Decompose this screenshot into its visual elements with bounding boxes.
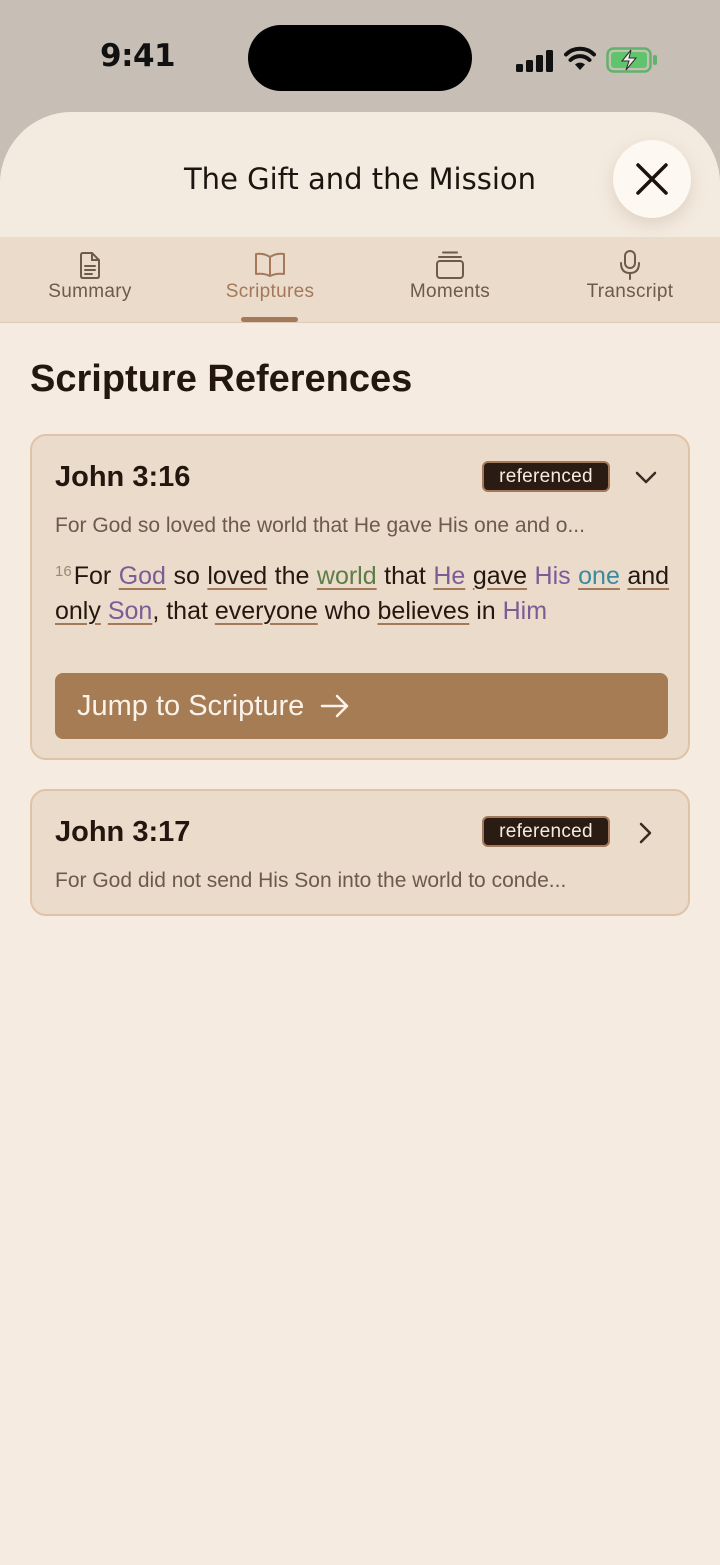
scripture-card[interactable]: John 3:17 referenced For God did not sen…	[30, 789, 690, 916]
tab-label: Scriptures	[225, 281, 315, 302]
status-bar: 9:41	[0, 0, 720, 112]
verse-word: who	[324, 597, 371, 625]
verse-preview: For God so loved the world that He gave …	[55, 514, 585, 537]
stack-icon	[435, 251, 465, 279]
verse-preview: For God did not send His Son into the wo…	[55, 869, 567, 892]
verse-word[interactable]: He	[433, 562, 465, 590]
tab-bar: Summary Scriptures Moments Transcript	[0, 237, 720, 323]
tab-label: Summary	[48, 281, 132, 302]
verse-number: 16	[55, 563, 72, 580]
verse-word: that	[166, 597, 208, 625]
verse-word: ,	[152, 597, 160, 625]
verse-word: the	[274, 562, 310, 590]
jump-label: Jump to Scripture	[77, 689, 305, 722]
verse-word[interactable]: loved	[207, 562, 267, 590]
scripture-card[interactable]: John 3:16 referenced For God so loved th…	[30, 434, 690, 760]
dynamic-island	[248, 25, 472, 91]
scripture-reference: John 3:16	[55, 461, 191, 493]
verse-word: so	[173, 562, 200, 590]
referenced-badge: referenced	[482, 816, 610, 847]
verse-word: His	[534, 562, 571, 590]
referenced-badge: referenced	[482, 461, 610, 492]
scripture-reference: John 3:17	[55, 816, 191, 848]
verse-word[interactable]: Son	[108, 597, 152, 625]
verse-word: that	[384, 562, 426, 590]
tab-label: Transcript	[586, 281, 674, 302]
verse-word[interactable]: God	[119, 562, 166, 590]
tab-transcript[interactable]: Transcript	[540, 237, 720, 323]
document-icon	[79, 251, 101, 279]
wifi-icon	[564, 46, 596, 70]
bottom-sheet: The Gift and the Mission Summary Scriptu…	[0, 112, 720, 1565]
verse-word[interactable]: gave	[473, 562, 527, 590]
arrow-right-icon	[321, 694, 349, 718]
close-icon	[636, 163, 668, 195]
sheet-title: The Gift and the Mission	[183, 162, 537, 196]
section-title: Scripture References	[30, 358, 413, 400]
cellular-signal-icon	[516, 50, 553, 72]
verse-word[interactable]: believes	[378, 597, 470, 625]
battery-charging-icon	[606, 47, 657, 73]
verse-word[interactable]: everyone	[215, 597, 318, 625]
verse-word: For	[73, 562, 112, 590]
verse-word: in	[476, 597, 496, 625]
status-time: 9:41	[100, 38, 176, 74]
jump-to-scripture-button[interactable]: Jump to Scripture	[55, 673, 668, 739]
tab-summary[interactable]: Summary	[0, 237, 180, 323]
verse-word[interactable]: world	[317, 562, 377, 590]
tab-moments[interactable]: Moments	[360, 237, 540, 323]
chevron-down-icon[interactable]	[634, 470, 658, 486]
tab-label: Moments	[409, 281, 491, 302]
tab-scriptures[interactable]: Scriptures	[180, 237, 360, 323]
microphone-icon	[619, 250, 641, 280]
book-icon	[254, 251, 286, 279]
chevron-right-icon[interactable]	[638, 821, 654, 845]
verse-text: 16For God so loved the world that He gav…	[55, 554, 669, 629]
verse-word: Him	[502, 597, 548, 625]
active-tab-indicator	[241, 317, 298, 322]
sheet-header: The Gift and the Mission	[0, 112, 720, 237]
verse-word[interactable]: one	[578, 562, 620, 590]
close-button[interactable]	[613, 140, 691, 218]
